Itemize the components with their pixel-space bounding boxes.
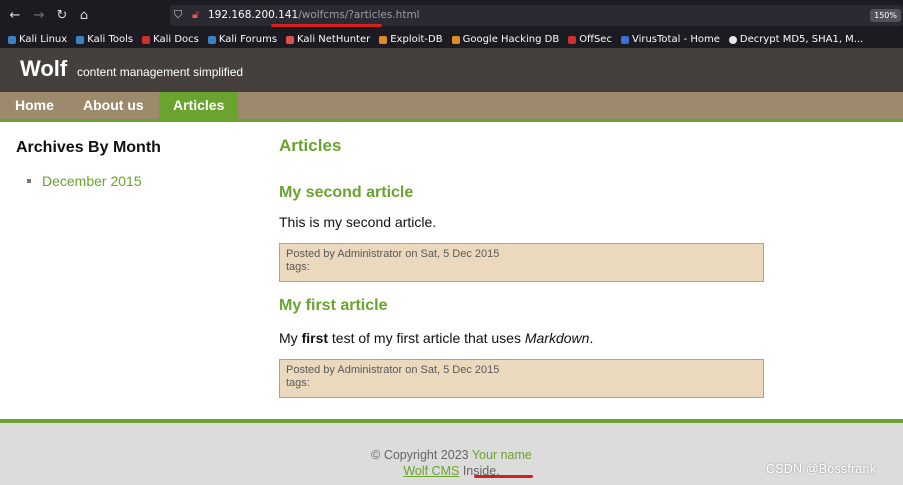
ghdb-icon	[451, 35, 460, 44]
body-text: My	[279, 330, 302, 346]
body-italic-text: Markdown	[524, 330, 590, 346]
nav-articles[interactable]: Articles	[159, 92, 239, 119]
bookmark-label: Exploit-DB	[390, 34, 443, 45]
article-tags: tags:	[286, 377, 310, 389]
wolf-cms-link[interactable]: Wolf CMS	[403, 464, 459, 478]
article-meta-text: Posted by Administrator on Sat, 5 Dec 20…	[286, 364, 500, 376]
zoom-level-badge[interactable]: 150%	[870, 9, 901, 22]
article-body-second: This is my second article.	[279, 214, 437, 230]
url-text[interactable]: 192.168.200.141/wolfcms/?articles.html	[208, 9, 420, 21]
article-title-first[interactable]: My first article	[279, 297, 387, 315]
nethunter-icon	[286, 35, 295, 44]
decrypt-icon	[728, 35, 737, 44]
kali-forums-icon	[207, 35, 216, 44]
site-logo[interactable]: Wolf	[20, 56, 67, 82]
exploit-db-icon	[379, 35, 388, 44]
bookmark-label: Decrypt MD5, SHA1, M...	[739, 34, 864, 45]
bookmark-kali-forums[interactable]: Kali Forums	[207, 34, 278, 45]
kali-tools-icon	[76, 35, 85, 44]
nav-about-us[interactable]: About us	[69, 92, 158, 119]
site-slogan: content management simplified	[77, 65, 244, 79]
url-annotation-underline	[271, 24, 382, 27]
article-title-second[interactable]: My second article	[279, 184, 413, 202]
address-bar[interactable]: ⛉ 🔓︎ 192.168.200.141/wolfcms/?articles.h…	[170, 5, 903, 26]
bookmark-label: Google Hacking DB	[462, 34, 560, 45]
bookmark-decrypt[interactable]: Decrypt MD5, SHA1, M...	[728, 34, 864, 45]
reload-icon[interactable]: ↻	[53, 7, 71, 25]
kali-icon	[8, 35, 16, 44]
body-text: test of my first article that uses	[328, 330, 525, 346]
bookmark-offsec[interactable]: OffSec	[568, 34, 612, 45]
article-body-first: My first test of my first article that u…	[279, 330, 593, 346]
bookmark-kali-nethunter[interactable]: Kali NetHunter	[286, 34, 370, 45]
insecure-lock-icon[interactable]: 🔓︎	[192, 8, 199, 22]
bookmarks-bar: Kali Linux Kali Tools Kali Docs Kali For…	[0, 31, 903, 48]
bookmark-label: Kali Tools	[87, 34, 134, 45]
body-text: .	[589, 330, 594, 346]
shield-icon[interactable]: ⛉	[174, 8, 182, 22]
bookmark-kali-linux[interactable]: Kali Linux	[8, 34, 67, 45]
bookmark-exploit-db[interactable]: Exploit-DB	[379, 34, 443, 45]
author-link[interactable]: Your name	[472, 448, 532, 462]
back-arrow-icon[interactable]: ←	[6, 7, 24, 25]
bookmark-label: Kali NetHunter	[297, 34, 371, 45]
bookmark-label: OffSec	[579, 34, 612, 45]
footer-copyright-line: © Copyright 2023 Your name	[0, 448, 903, 462]
nav-home[interactable]: Home	[1, 92, 68, 119]
bookmark-label: VirusTotal - Home	[631, 34, 720, 45]
bookmark-label: Kali Forums	[218, 34, 278, 45]
sidebar-title: Archives By Month	[16, 139, 161, 156]
watermark: CSDN @Bossfrank	[766, 462, 877, 476]
copyright-text: © Copyright 2023	[371, 448, 469, 462]
article-tags: tags:	[286, 261, 310, 273]
browser-toolbar: ← → ↻ ⌂ ⛉ 🔓︎ 192.168.200.141/wolfcms/?ar…	[0, 0, 903, 31]
main-nav: Home About us Articles	[0, 92, 903, 122]
url-host: 192.168.200.141	[208, 9, 299, 21]
bookmark-label: Kali Linux	[19, 34, 68, 45]
cms-annotation-underline	[474, 475, 533, 478]
home-icon[interactable]: ⌂	[75, 7, 93, 25]
bookmark-label: Kali Docs	[153, 34, 199, 45]
bookmark-virustotal[interactable]: VirusTotal - Home	[620, 34, 720, 45]
kali-docs-icon	[142, 35, 151, 44]
forward-arrow-icon[interactable]: →	[30, 7, 48, 25]
url-path: /wolfcms/?articles.html	[298, 9, 420, 21]
list-bullet-icon	[27, 179, 31, 183]
page-title: Articles	[279, 136, 342, 155]
article-meta-second: Posted by Administrator on Sat, 5 Dec 20…	[279, 243, 764, 282]
virustotal-icon	[620, 35, 629, 44]
site-header: Wolf content management simplified	[0, 48, 903, 92]
article-meta-first: Posted by Administrator on Sat, 5 Dec 20…	[279, 359, 764, 398]
archive-link-december-2015[interactable]: December 2015	[42, 173, 142, 189]
article-meta-text: Posted by Administrator on Sat, 5 Dec 20…	[286, 248, 500, 260]
bookmark-google-hacking-db[interactable]: Google Hacking DB	[451, 34, 560, 45]
body-bold-text: first	[301, 330, 329, 346]
bookmark-kali-tools[interactable]: Kali Tools	[76, 34, 133, 45]
offsec-icon	[568, 35, 577, 44]
bookmark-kali-docs[interactable]: Kali Docs	[142, 34, 199, 45]
